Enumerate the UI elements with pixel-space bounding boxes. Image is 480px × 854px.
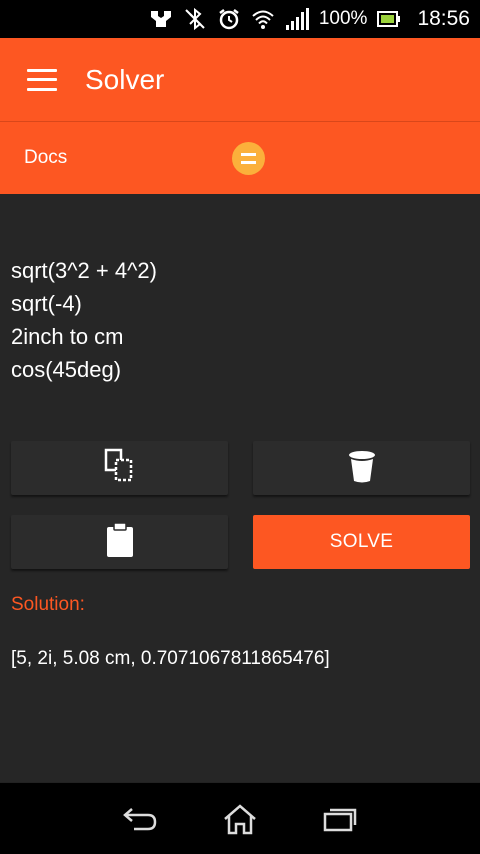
expression-line: sqrt(-4) (11, 291, 82, 316)
battery-percentage: 100% (318, 8, 368, 29)
copy-icon (103, 448, 137, 489)
expression-line: sqrt(3^2 + 4^2) (11, 258, 157, 283)
equals-icon[interactable] (232, 142, 265, 175)
app-bar: Solver (0, 38, 480, 122)
wifi-icon (251, 7, 275, 31)
recent-apps-icon[interactable] (320, 799, 360, 839)
app-title: Solver (85, 63, 165, 95)
solution-label: Solution: (11, 594, 85, 615)
expression-input[interactable]: sqrt(3^2 + 4^2) sqrt(-4) 2inch to cm cos… (11, 254, 471, 384)
expression-line: 2inch to cm (11, 324, 124, 349)
tab-docs[interactable]: Docs (24, 147, 67, 169)
main-content: sqrt(3^2 + 4^2) sqrt(-4) 2inch to cm cos… (0, 194, 480, 782)
paste-button[interactable] (11, 515, 228, 569)
nfc-icon (149, 7, 173, 31)
home-icon[interactable] (220, 799, 260, 839)
hamburger-menu-icon[interactable] (27, 68, 57, 91)
back-icon[interactable] (120, 799, 160, 839)
clipboard-icon (105, 521, 135, 563)
tab-bar: Docs (0, 122, 480, 194)
solve-button[interactable]: SOLVE (253, 515, 470, 569)
status-bar: 100% 18:56 (0, 0, 480, 38)
status-clock: 18:56 (417, 7, 470, 30)
trash-icon (347, 448, 377, 489)
copy-button[interactable] (11, 441, 228, 495)
expression-line: cos(45deg) (11, 357, 122, 382)
battery-charging-icon (377, 7, 401, 31)
bluetooth-off-icon (183, 7, 207, 31)
alarm-icon (217, 7, 241, 31)
solution-result: [5, 2i, 5.08 cm, 0.7071067811865476] (11, 648, 330, 669)
signal-icon (285, 7, 309, 31)
navigation-bar (0, 782, 480, 854)
delete-button[interactable] (253, 441, 470, 495)
